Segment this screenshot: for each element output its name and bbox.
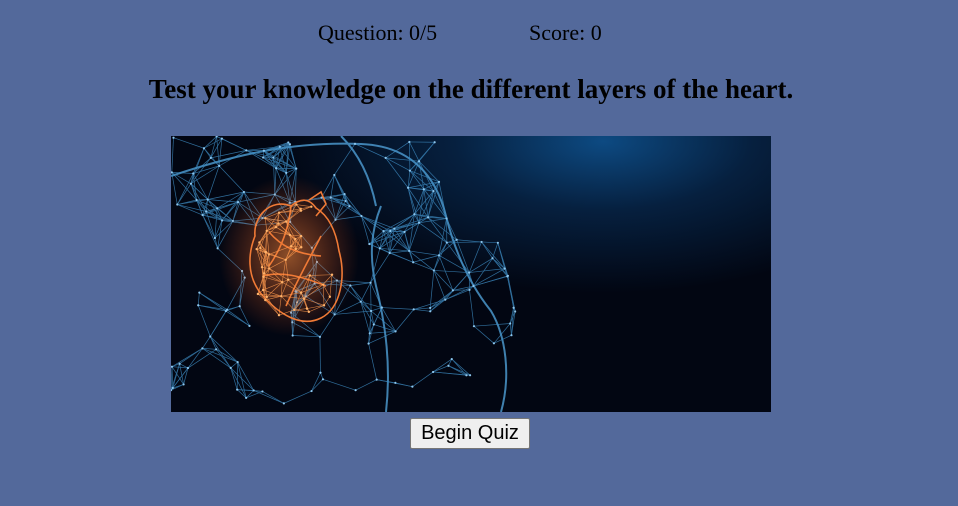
heart-anatomy-image (171, 136, 771, 412)
heart-wireframe-icon (171, 136, 771, 412)
question-counter: Question: 0/5 (318, 20, 438, 45)
page-title: Test your knowledge on the different lay… (148, 74, 794, 104)
quiz-status-bar: Question: 0/5 Score: 0 (0, 20, 958, 50)
score-counter: Score: 0 (529, 20, 602, 45)
begin-quiz-button[interactable]: Begin Quiz (410, 418, 530, 449)
